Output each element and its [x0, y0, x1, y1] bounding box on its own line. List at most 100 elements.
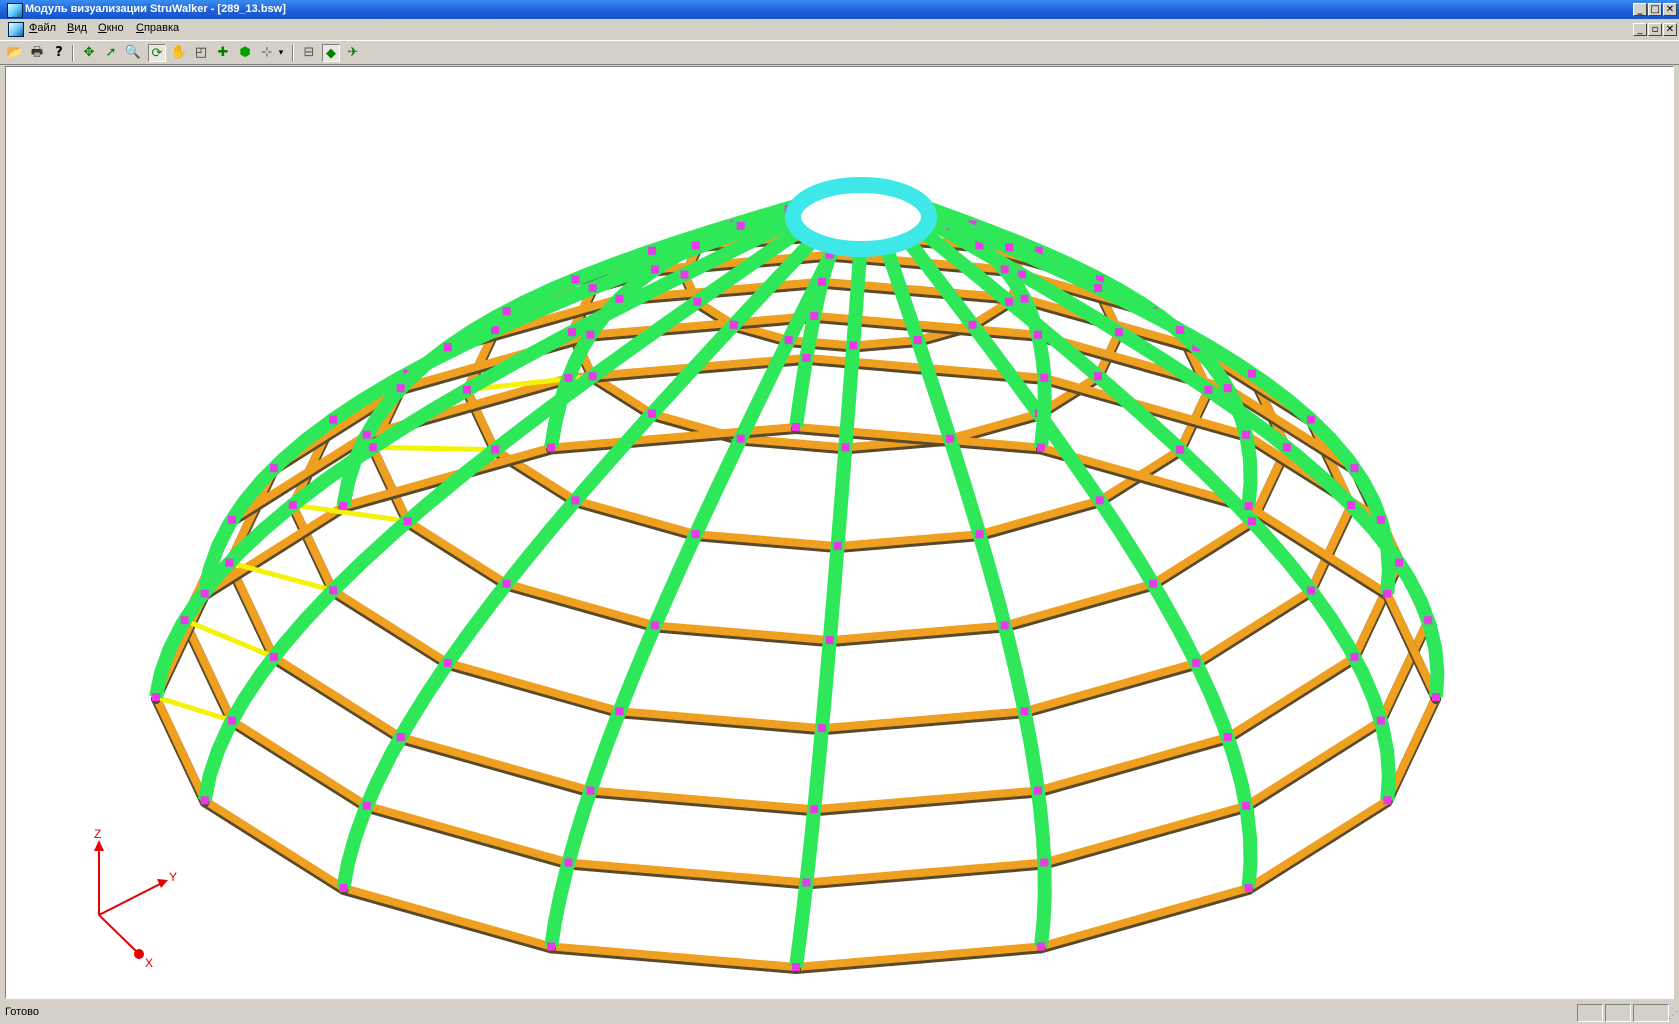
move-icon[interactable]: ✥ [80, 44, 98, 62]
axis-z-label: Z [94, 827, 101, 841]
joint [1204, 385, 1213, 394]
joint [443, 343, 452, 352]
solid-view-icon[interactable]: ⬢ [236, 44, 254, 62]
joint [913, 336, 922, 345]
ring-beam [1040, 801, 1251, 867]
doc-close-button[interactable]: ✕ [1663, 23, 1677, 36]
ring-beam [1000, 579, 1157, 630]
joint [1192, 658, 1201, 667]
joint [1020, 707, 1029, 716]
status-pane-3 [1633, 1004, 1669, 1022]
select-arrow-icon[interactable]: ➚ [102, 44, 120, 62]
axis-y-arrow [157, 879, 168, 888]
zoom-window-icon[interactable]: ◰ [192, 44, 210, 62]
axis-x-arrow [134, 949, 144, 959]
joint [403, 517, 412, 526]
axes-icon[interactable]: ⊹ [258, 44, 276, 62]
pan-hand-icon[interactable]: ✋ [170, 44, 188, 62]
close-button[interactable]: ✕ [1663, 3, 1677, 16]
resize-grip-icon[interactable]: ⋰ [1668, 1010, 1678, 1022]
joint [841, 443, 850, 452]
joint [225, 558, 234, 567]
viewport-3d[interactable]: Z Y X [5, 66, 1674, 999]
menu-view[interactable]: Вид [67, 22, 87, 34]
joint [339, 502, 348, 511]
open-icon[interactable]: 📂 [6, 44, 24, 62]
joint [1036, 942, 1045, 951]
add-node-icon[interactable]: ✚ [214, 44, 232, 62]
ring-beam [784, 336, 858, 350]
doc-minimize-button[interactable]: _ [1633, 23, 1647, 36]
app-icon [7, 3, 23, 18]
joint [1383, 796, 1392, 805]
joint [825, 636, 834, 645]
ring-beam [362, 801, 573, 867]
joint [462, 385, 471, 394]
joint [1376, 515, 1385, 524]
minimize-button[interactable]: _ [1633, 3, 1647, 16]
ring-beam [368, 443, 412, 526]
ring-beam [792, 942, 1045, 971]
ring-beam [396, 733, 595, 795]
joint [615, 294, 624, 303]
joint [802, 878, 811, 887]
joint [802, 353, 811, 362]
ring-beam [329, 586, 452, 667]
menu-help[interactable]: Справка [136, 22, 179, 34]
joint [818, 277, 826, 286]
joint [1223, 733, 1232, 742]
joint [810, 311, 819, 320]
joint [1306, 415, 1315, 424]
joint [1114, 328, 1123, 337]
joint [396, 384, 405, 393]
joint [491, 445, 500, 454]
dropdown-arrow-icon[interactable]: ▾ [276, 44, 286, 62]
joint [362, 430, 371, 439]
axis-y-label: Y [169, 870, 177, 884]
joint [1000, 621, 1009, 630]
menu-window[interactable]: Окно [98, 22, 124, 34]
joint [362, 801, 371, 810]
joint [1282, 443, 1291, 452]
joint [1094, 284, 1103, 293]
maximize-button[interactable]: □ [1648, 3, 1662, 16]
joint [1005, 243, 1014, 252]
section-icon[interactable]: ✈ [344, 44, 362, 62]
ring-beam [152, 693, 209, 805]
menu-file[interactable]: Файл [29, 22, 56, 34]
status-pane-2 [1605, 1004, 1631, 1022]
print-icon[interactable]: 🖶 [28, 44, 46, 62]
joint [1176, 445, 1185, 454]
joint [571, 275, 580, 284]
joint [547, 443, 556, 452]
ring-beam [946, 409, 1043, 443]
joint [691, 241, 700, 250]
dome-model[interactable]: Z Y X [6, 67, 1673, 998]
dimension-icon[interactable]: ⊟ [300, 44, 318, 62]
joint [792, 423, 800, 431]
title-bar: Модуль визуализации StruWalker - [289_13… [0, 0, 1679, 19]
joint [946, 434, 955, 443]
joint [152, 693, 160, 701]
joint [1350, 464, 1359, 473]
joint [1040, 858, 1049, 867]
joint [1432, 693, 1440, 701]
help-icon[interactable]: ? [50, 44, 68, 62]
render-icon[interactable]: ◆ [322, 44, 340, 62]
window-title: Модуль визуализации StruWalker - [289_13… [25, 3, 286, 15]
zoom-icon[interactable]: 🔍 [124, 44, 142, 62]
joint [200, 589, 209, 598]
joint [792, 963, 800, 971]
status-bar: Готово ⋰ [0, 1002, 1679, 1024]
joint [693, 297, 702, 306]
joint [1242, 801, 1251, 810]
joint [849, 341, 858, 350]
doc-restore-button[interactable]: ▫ [1648, 23, 1662, 36]
joint [588, 372, 597, 381]
joint [1223, 384, 1232, 393]
ring-beam [1033, 733, 1232, 795]
joint [588, 284, 597, 293]
document-icon[interactable] [8, 22, 24, 37]
rotate-icon[interactable]: ⟳ [148, 44, 166, 62]
joint [502, 579, 511, 588]
